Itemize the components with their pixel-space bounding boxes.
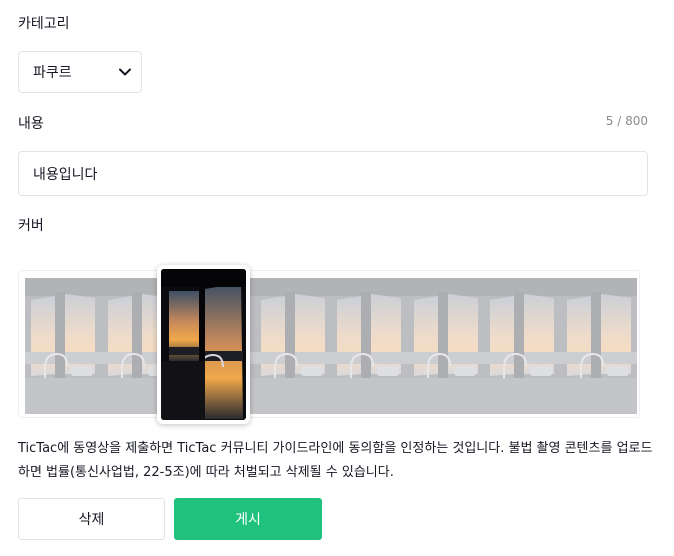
cover-frame-image xyxy=(25,278,102,414)
cover-frame-image xyxy=(407,278,485,414)
content-input[interactable]: 내용입니다 xyxy=(18,151,648,196)
cover-frame[interactable] xyxy=(484,278,561,414)
chevron-down-icon xyxy=(119,66,131,78)
cover-frame[interactable] xyxy=(407,278,485,414)
category-select[interactable]: 파쿠르 xyxy=(18,51,142,93)
cover-label: 커버 xyxy=(18,218,44,234)
selected-cover-thumbnail xyxy=(161,269,246,420)
content-input-value: 내용입니다 xyxy=(33,166,98,183)
cover-frame[interactable] xyxy=(331,278,408,414)
content-char-counter: 5 / 800 xyxy=(605,114,648,128)
selected-cover-frame[interactable] xyxy=(157,265,250,424)
cover-frame[interactable] xyxy=(560,278,637,414)
upload-policy-notice: TicTac에 동영상을 제출하면 TicTac 커뮤니티 가이드라인에 동의함… xyxy=(18,441,653,480)
delete-button[interactable]: 삭제 xyxy=(18,498,165,540)
cover-frame[interactable] xyxy=(254,278,332,414)
cover-frame-image xyxy=(484,278,561,414)
cover-frame-image xyxy=(331,278,408,414)
post-button[interactable]: 게시 xyxy=(174,498,322,540)
category-selected-value: 파쿠르 xyxy=(33,65,72,81)
cover-frame-image xyxy=(254,278,332,414)
cover-frame-image xyxy=(560,278,637,414)
cover-frame[interactable] xyxy=(25,278,102,414)
cover-filmstrip[interactable] xyxy=(18,270,640,418)
content-label: 내용 xyxy=(18,116,44,132)
category-label: 카테고리 xyxy=(18,16,70,32)
cover-frames xyxy=(25,278,637,414)
